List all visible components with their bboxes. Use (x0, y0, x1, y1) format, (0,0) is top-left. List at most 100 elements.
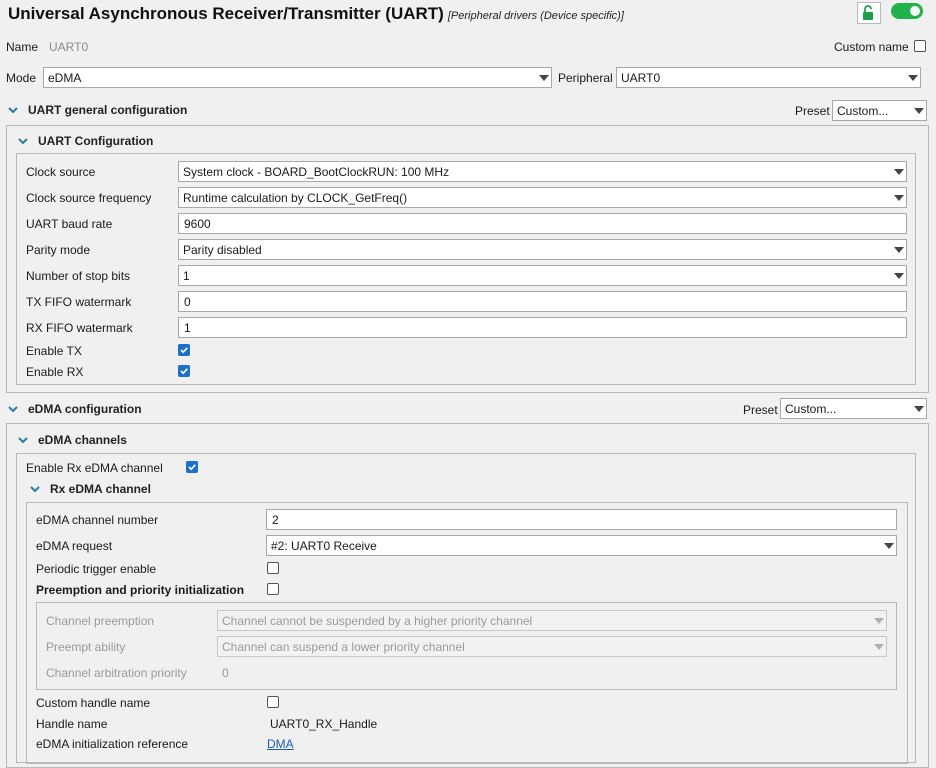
tx-fifo-input[interactable]: 0 (178, 291, 907, 312)
check-icon (188, 464, 196, 471)
dropdown-arrow-icon (892, 266, 906, 285)
mode-select-value: eDMA (48, 70, 82, 85)
uart-preset-value: Custom... (837, 103, 889, 118)
stop-bits-label: Number of stop bits (26, 269, 131, 283)
peripheral-label: Peripheral (558, 71, 613, 85)
enable-tx-label: Enable TX (26, 344, 82, 358)
rx-fifo-input[interactable]: 1 (178, 317, 907, 338)
periodic-trigger-checkbox[interactable] (267, 562, 279, 574)
chevron-down-icon (30, 486, 40, 493)
enable-tx-checkbox[interactable] (178, 344, 190, 356)
clock-source-select[interactable]: System clock - BOARD_BootClockRUN: 100 M… (178, 161, 907, 182)
arbitration-value: 0 (222, 666, 229, 680)
dropdown-arrow-icon (892, 188, 906, 207)
stop-bits-select[interactable]: 1 (178, 265, 907, 286)
preempt-ability-value: Channel can suspend a lower priority cha… (222, 639, 465, 654)
chevron-down-icon (18, 138, 28, 145)
uart-config-section-header[interactable]: UART Configuration (18, 134, 153, 148)
edma-request-label: eDMA request (36, 539, 113, 553)
uart-general-title: UART general configuration (28, 103, 188, 117)
arbitration-label: Channel arbitration priority (46, 666, 187, 680)
rx-fifo-label: RX FIFO watermark (26, 321, 133, 335)
unlock-button[interactable] (857, 2, 881, 24)
tx-fifo-value: 0 (184, 294, 191, 309)
dropdown-arrow-icon (906, 68, 920, 87)
name-label: Name (6, 40, 39, 54)
edma-config-section-header[interactable]: eDMA configuration (8, 402, 142, 416)
rx-edma-channel-section-header[interactable]: Rx eDMA channel (30, 482, 151, 496)
check-icon (180, 347, 188, 354)
chevron-down-icon (8, 406, 18, 413)
channel-preemption-label: Channel preemption (46, 614, 155, 628)
dropdown-arrow-icon (882, 536, 896, 555)
edma-request-value: #2: UART0 Receive (271, 538, 377, 553)
edma-channels-title: eDMA channels (38, 433, 127, 447)
enable-rx-edma-checkbox[interactable] (186, 461, 198, 473)
baud-rate-input[interactable]: 9600 (178, 213, 907, 234)
uart-preset-select[interactable]: Custom... (832, 100, 927, 121)
preset-label: Preset (795, 104, 830, 118)
init-reference-label: eDMA initialization reference (36, 737, 189, 751)
edma-preset-label: Preset (743, 403, 778, 417)
enable-rx-edma-label: Enable Rx eDMA channel (26, 461, 163, 475)
parity-mode-value: Parity disabled (183, 242, 262, 257)
baud-rate-value: 9600 (184, 216, 211, 231)
custom-handle-checkbox[interactable] (267, 696, 279, 708)
component-subtitle: [Peripheral drivers (Device specific)] (447, 10, 624, 22)
clock-freq-label: Clock source frequency (26, 191, 152, 205)
channel-number-input[interactable]: 2 (266, 509, 897, 530)
chevron-down-icon (18, 437, 28, 444)
parity-mode-select[interactable]: Parity disabled (178, 239, 907, 260)
channel-number-value: 2 (272, 512, 279, 527)
dropdown-arrow-icon (872, 637, 886, 656)
chevron-down-icon (8, 107, 18, 114)
preempt-ability-label: Preempt ability (46, 640, 126, 654)
preemption-label: Preemption and priority initialization (36, 583, 245, 597)
dma-reference-link[interactable]: DMA (267, 737, 294, 751)
clock-source-value: System clock - BOARD_BootClockRUN: 100 M… (183, 164, 450, 179)
dropdown-arrow-icon (537, 68, 551, 87)
clock-freq-value: Runtime calculation by CLOCK_GetFreq() (183, 190, 408, 205)
dropdown-arrow-icon (912, 101, 926, 120)
handle-name-value: UART0_RX_Handle (270, 717, 378, 731)
uart-general-section-header[interactable]: UART general configuration (8, 103, 187, 117)
enable-rx-checkbox[interactable] (178, 365, 190, 377)
stop-bits-value: 1 (183, 268, 190, 283)
edma-request-select[interactable]: #2: UART0 Receive (266, 535, 897, 556)
mode-label: Mode (6, 71, 37, 85)
dropdown-arrow-icon (872, 611, 886, 630)
clock-source-label: Clock source (26, 165, 96, 179)
baud-rate-label: UART baud rate (26, 217, 113, 231)
channel-preemption-value: Channel cannot be suspended by a higher … (222, 613, 533, 628)
uart-config-title: UART Configuration (38, 134, 154, 148)
peripheral-select[interactable]: UART0 (616, 67, 921, 88)
enable-rx-label: Enable RX (26, 365, 84, 379)
edma-channels-section-header[interactable]: eDMA channels (18, 433, 127, 447)
peripheral-select-value: UART0 (621, 70, 661, 85)
channel-preemption-select: Channel cannot be suspended by a higher … (217, 610, 887, 631)
dropdown-arrow-icon (892, 162, 906, 181)
mode-select[interactable]: eDMA (43, 67, 552, 88)
handle-name-label: Handle name (36, 717, 108, 731)
parity-mode-label: Parity mode (26, 243, 91, 257)
periodic-trigger-label: Periodic trigger enable (36, 562, 157, 576)
edma-preset-value: Custom... (785, 401, 837, 416)
dropdown-arrow-icon (912, 399, 926, 418)
custom-handle-label: Custom handle name (36, 696, 151, 710)
name-value: UART0 (49, 40, 89, 54)
preemption-checkbox[interactable] (267, 583, 279, 595)
clock-freq-select[interactable]: Runtime calculation by CLOCK_GetFreq() (178, 187, 907, 208)
rx-edma-channel-title: Rx eDMA channel (50, 482, 151, 496)
enable-toggle[interactable] (891, 3, 923, 19)
edma-config-title: eDMA configuration (28, 402, 142, 416)
component-title: Universal Asynchronous Receiver/Transmit… (8, 4, 444, 23)
tx-fifo-label: TX FIFO watermark (26, 295, 132, 309)
channel-number-label: eDMA channel number (36, 513, 159, 527)
dropdown-arrow-icon (892, 240, 906, 259)
edma-preset-select[interactable]: Custom... (780, 398, 927, 419)
custom-name-label: Custom name (834, 40, 909, 54)
page-title: Universal Asynchronous Receiver/Transmit… (8, 4, 624, 24)
rx-fifo-value: 1 (184, 320, 191, 335)
preempt-ability-select: Channel can suspend a lower priority cha… (217, 636, 887, 657)
custom-name-checkbox[interactable] (914, 40, 926, 52)
